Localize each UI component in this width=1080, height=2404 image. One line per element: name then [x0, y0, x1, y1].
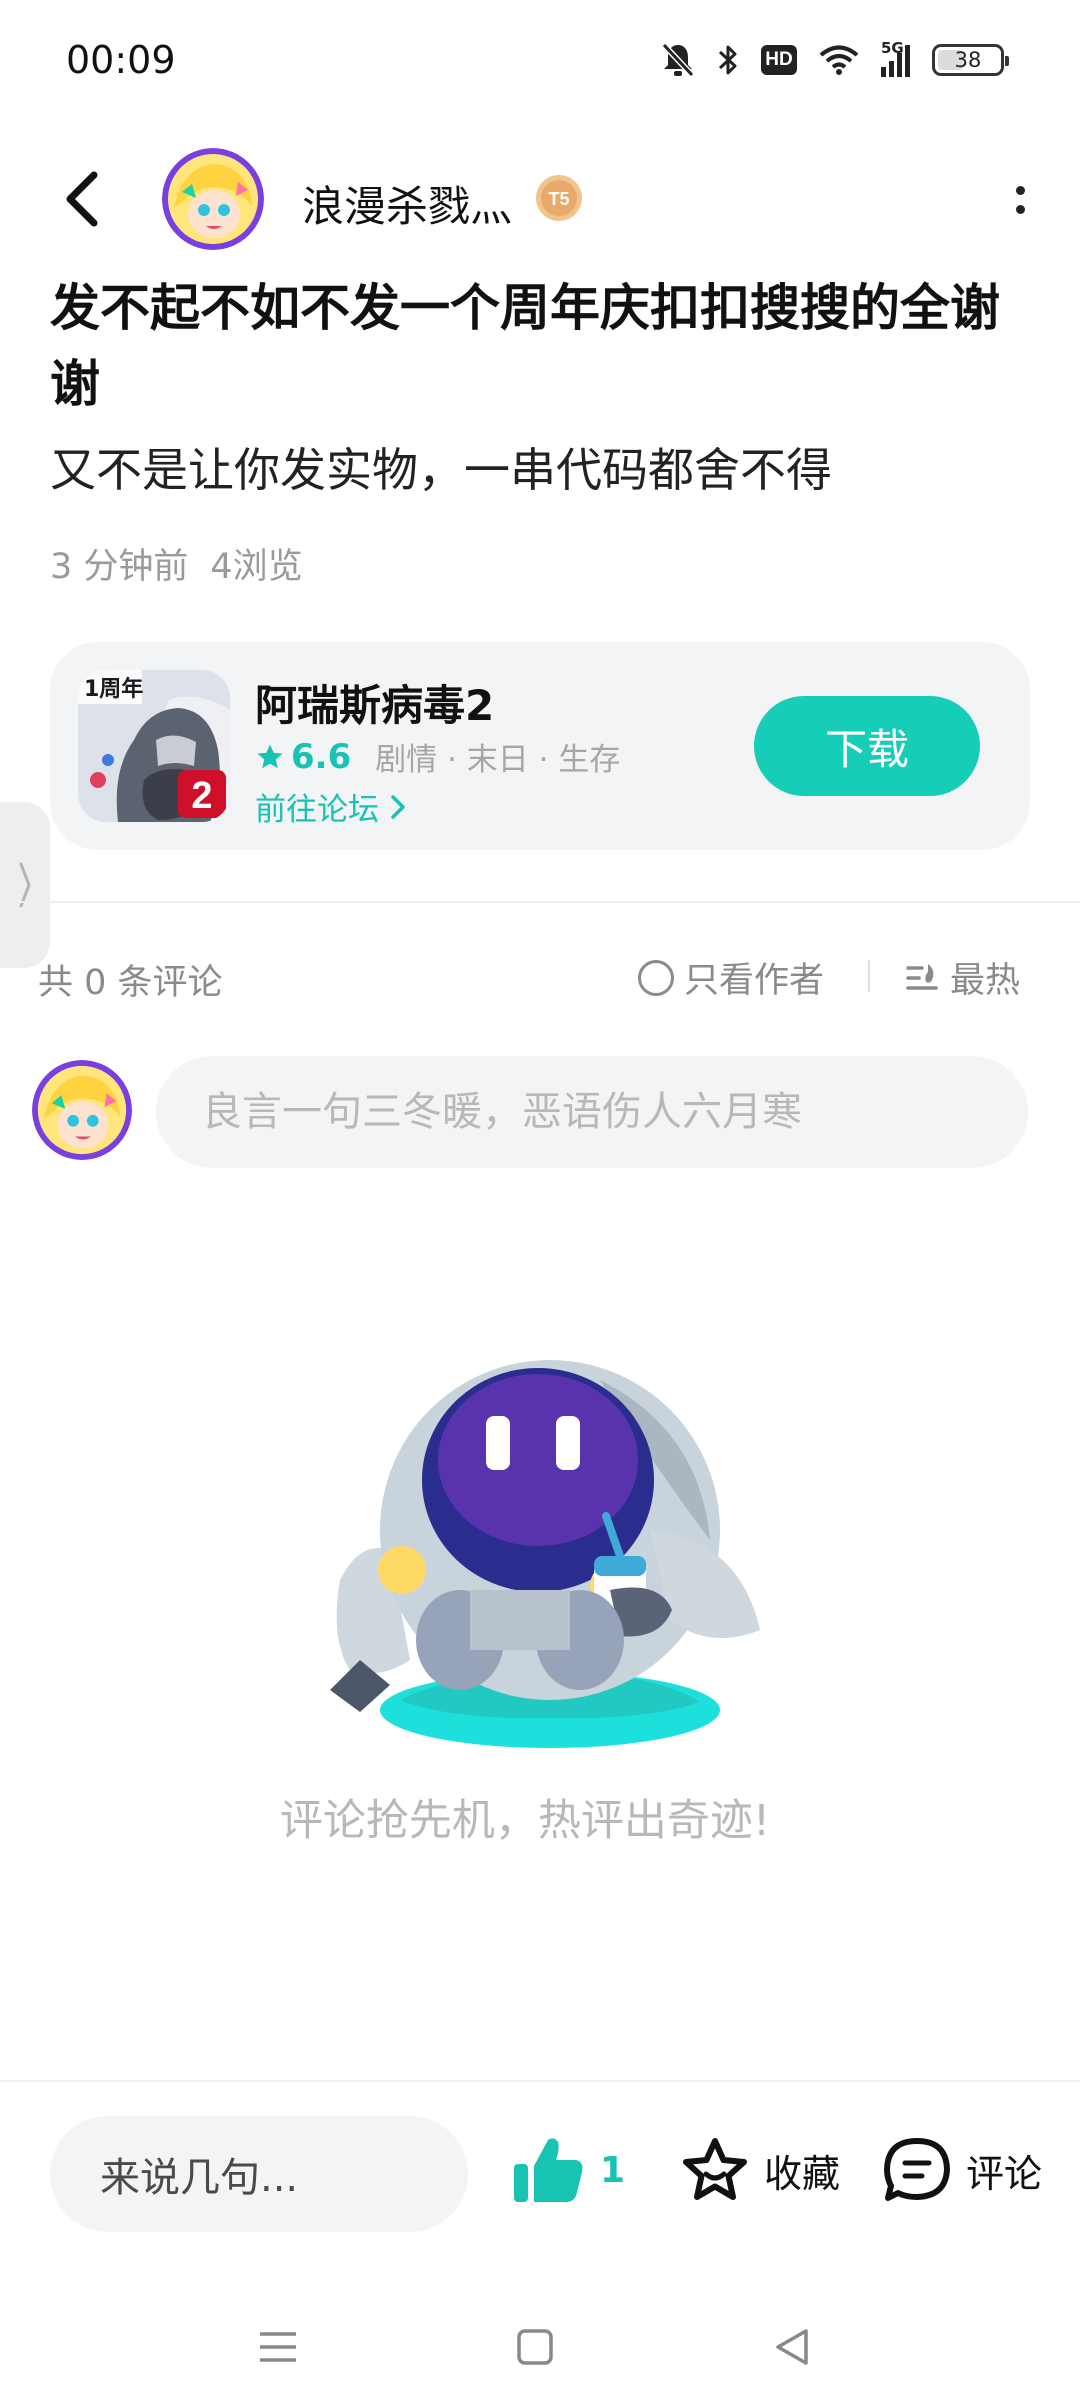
- author-name[interactable]: 浪漫杀戮灬: [302, 173, 512, 234]
- post-meta: 3 分钟前 4浏览: [50, 538, 303, 589]
- comment-count: 共 0 条评论: [38, 963, 223, 1003]
- post-time: 3 分钟前: [50, 547, 189, 587]
- cell-signal-icon: 5G: [881, 39, 910, 77]
- triangle-back-icon: [776, 2329, 808, 2365]
- game-rating-row: 6.6 剧情 · 末日 · 生存: [255, 734, 620, 779]
- post-views: 4浏览: [210, 547, 303, 587]
- chat-bubble-icon: [884, 2138, 950, 2201]
- post-body: 又不是让你发实物，一串代码都舍不得: [50, 443, 832, 497]
- favorite-label: 收藏: [764, 2151, 841, 2196]
- star-icon: [683, 2138, 747, 2200]
- menu-nav-button[interactable]: [243, 2312, 313, 2382]
- battery-level: 38: [954, 48, 982, 72]
- sort-hot-button[interactable]: 最热: [904, 952, 1020, 1003]
- like-button[interactable]: 1: [510, 2134, 625, 2206]
- game-tags: 剧情 · 末日 · 生存: [375, 742, 621, 778]
- wifi-icon: [819, 45, 859, 75]
- square-icon: [517, 2329, 553, 2365]
- game-rating: 6.6: [255, 737, 351, 777]
- star-icon: [257, 744, 283, 768]
- post-header: 浪漫杀戮灬 T5: [0, 140, 1080, 260]
- comments-toolbar: 共 0 条评论 只看作者 最热: [38, 950, 1038, 1003]
- author-only-label: 只看作者: [684, 961, 825, 1001]
- current-user-avatar: [32, 1060, 132, 1160]
- level-badge: T5: [534, 173, 584, 223]
- menu-icon: [260, 2332, 296, 2362]
- game-card[interactable]: 1周年 2 阿瑞斯病毒2 6.6 剧情 · 末日 · 生存 前往论坛 下载: [50, 642, 1030, 850]
- toolbar-separator: [868, 960, 870, 992]
- network-type-label: 5G: [881, 39, 904, 57]
- sort-label: 最热: [950, 961, 1021, 1001]
- mute-bell-icon: [661, 42, 695, 78]
- radio-icon: [638, 959, 674, 996]
- bottom-bar-divider: [0, 2080, 1080, 2082]
- more-vertical-icon: [1015, 186, 1025, 195]
- back-nav-button[interactable]: [756, 2312, 826, 2382]
- comment-button[interactable]: 评论: [882, 2136, 1042, 2204]
- home-nav-button[interactable]: [500, 2312, 570, 2382]
- game-icon-number: 2: [191, 775, 212, 817]
- game-icon-badge: 1周年: [84, 676, 143, 702]
- like-count: 1: [600, 2149, 626, 2191]
- side-drawer-handle[interactable]: [0, 802, 50, 968]
- author-avatar[interactable]: [162, 148, 264, 250]
- download-button[interactable]: 下载: [754, 696, 980, 796]
- system-navigation-bar: [0, 2290, 1080, 2404]
- battery-icon: 38: [932, 44, 1009, 76]
- comment-label: 评论: [966, 2151, 1043, 2196]
- empty-state-robot-illustration: [320, 1340, 780, 1760]
- game-name[interactable]: 阿瑞斯病毒2: [255, 672, 494, 733]
- back-button[interactable]: [52, 164, 112, 234]
- status-time: 00:09: [66, 38, 176, 82]
- more-options-button[interactable]: [1000, 168, 1040, 232]
- status-icons: HD 5G 38: [661, 39, 1009, 80]
- status-bar: 00:09 HD 5G 38: [0, 0, 1080, 130]
- comment-input[interactable]: [156, 1056, 1028, 1168]
- bluetooth-icon: [718, 45, 737, 75]
- hd-voice-icon: HD: [761, 45, 797, 75]
- chevron-right-icon: [391, 794, 405, 819]
- game-icon[interactable]: 1周年 2: [78, 670, 230, 822]
- sort-icon: [906, 963, 938, 990]
- game-forum-link[interactable]: 前往论坛: [255, 784, 407, 829]
- section-divider: [0, 901, 1080, 903]
- empty-state-text: 评论抢先机，热评出奇迹!: [279, 1796, 771, 1846]
- chevron-left-icon: [66, 171, 98, 227]
- quick-reply-input[interactable]: 来说几句...: [50, 2116, 468, 2232]
- level-badge-text: T5: [548, 189, 569, 209]
- game-rating-value: 6.6: [291, 736, 352, 777]
- post-title: 发不起不如不发一个周年庆扣扣搜搜的全谢谢: [50, 279, 1000, 413]
- author-only-toggle[interactable]: 只看作者: [638, 952, 824, 1003]
- thumbs-up-icon: [514, 2138, 583, 2202]
- forum-link-label: 前往论坛: [255, 792, 379, 828]
- favorite-button[interactable]: 收藏: [680, 2136, 840, 2204]
